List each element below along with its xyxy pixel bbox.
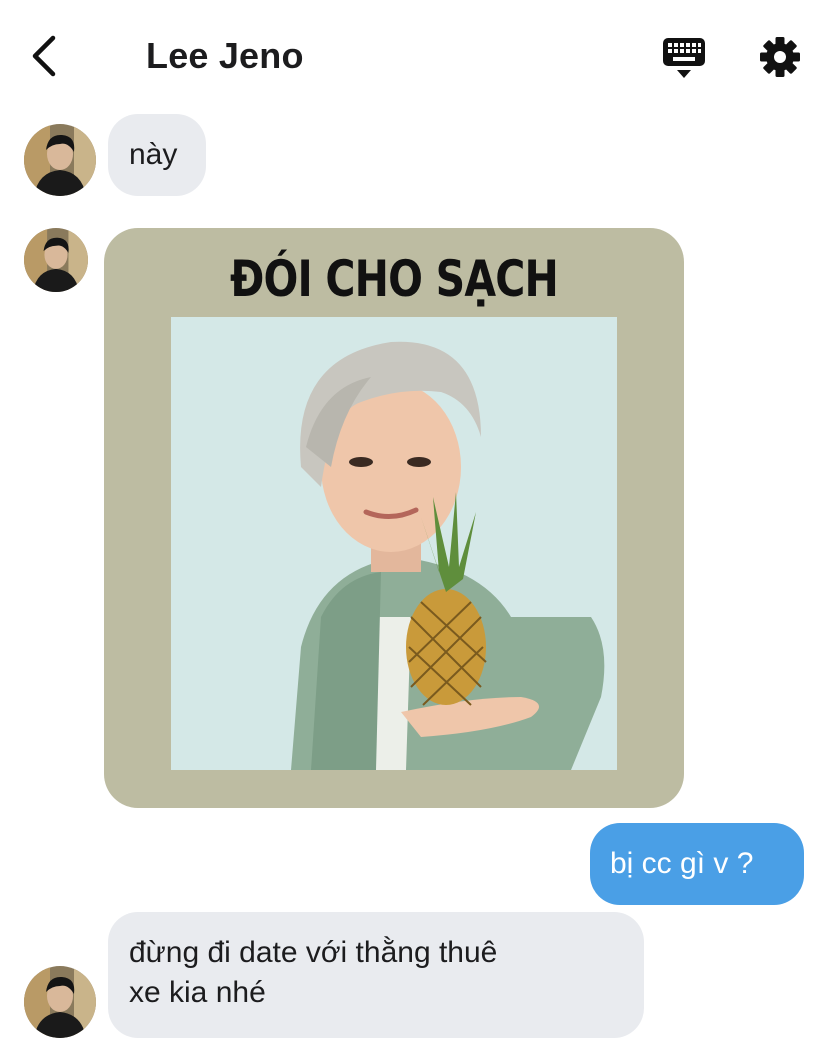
avatar[interactable] bbox=[24, 966, 96, 1038]
chat-screen: Lee Jeno này ĐÓI CHO SẠCH bị cc gì v ? đ… bbox=[0, 0, 828, 1043]
contact-avatar-image bbox=[24, 124, 96, 196]
message-bubble-outgoing[interactable]: bị cc gì v ? bbox=[590, 823, 804, 905]
avatar[interactable] bbox=[24, 228, 88, 292]
message-text-line: đừng đi date với thằng thuê bbox=[129, 936, 498, 969]
meme-photo bbox=[171, 317, 617, 770]
gear-icon bbox=[760, 37, 800, 77]
contact-avatar-image bbox=[24, 228, 88, 292]
message-bubble-incoming[interactable]: đừng đi date với thằng thuê xe kia nhé bbox=[108, 912, 644, 1038]
meme-caption: ĐÓI CHO SẠCH bbox=[229, 250, 559, 308]
person-holding-pineapple-illustration bbox=[171, 317, 617, 770]
chevron-left-icon bbox=[32, 35, 56, 77]
keyboard-icon bbox=[663, 38, 705, 78]
message-text: bị cc gì v ? bbox=[610, 847, 754, 880]
message-text-line: xe kia nhé bbox=[129, 976, 266, 1009]
message-text: này bbox=[129, 138, 178, 171]
contact-avatar-image bbox=[24, 966, 96, 1038]
avatar[interactable] bbox=[24, 124, 96, 196]
keyboard-toggle-button[interactable] bbox=[661, 36, 707, 80]
chat-header: Lee Jeno bbox=[0, 0, 828, 110]
image-message[interactable]: ĐÓI CHO SẠCH bbox=[104, 228, 684, 808]
message-bubble-incoming[interactable]: này bbox=[108, 114, 206, 196]
settings-button[interactable] bbox=[758, 35, 802, 79]
conversation-title: Lee Jeno bbox=[146, 35, 304, 76]
back-button[interactable] bbox=[26, 34, 66, 78]
